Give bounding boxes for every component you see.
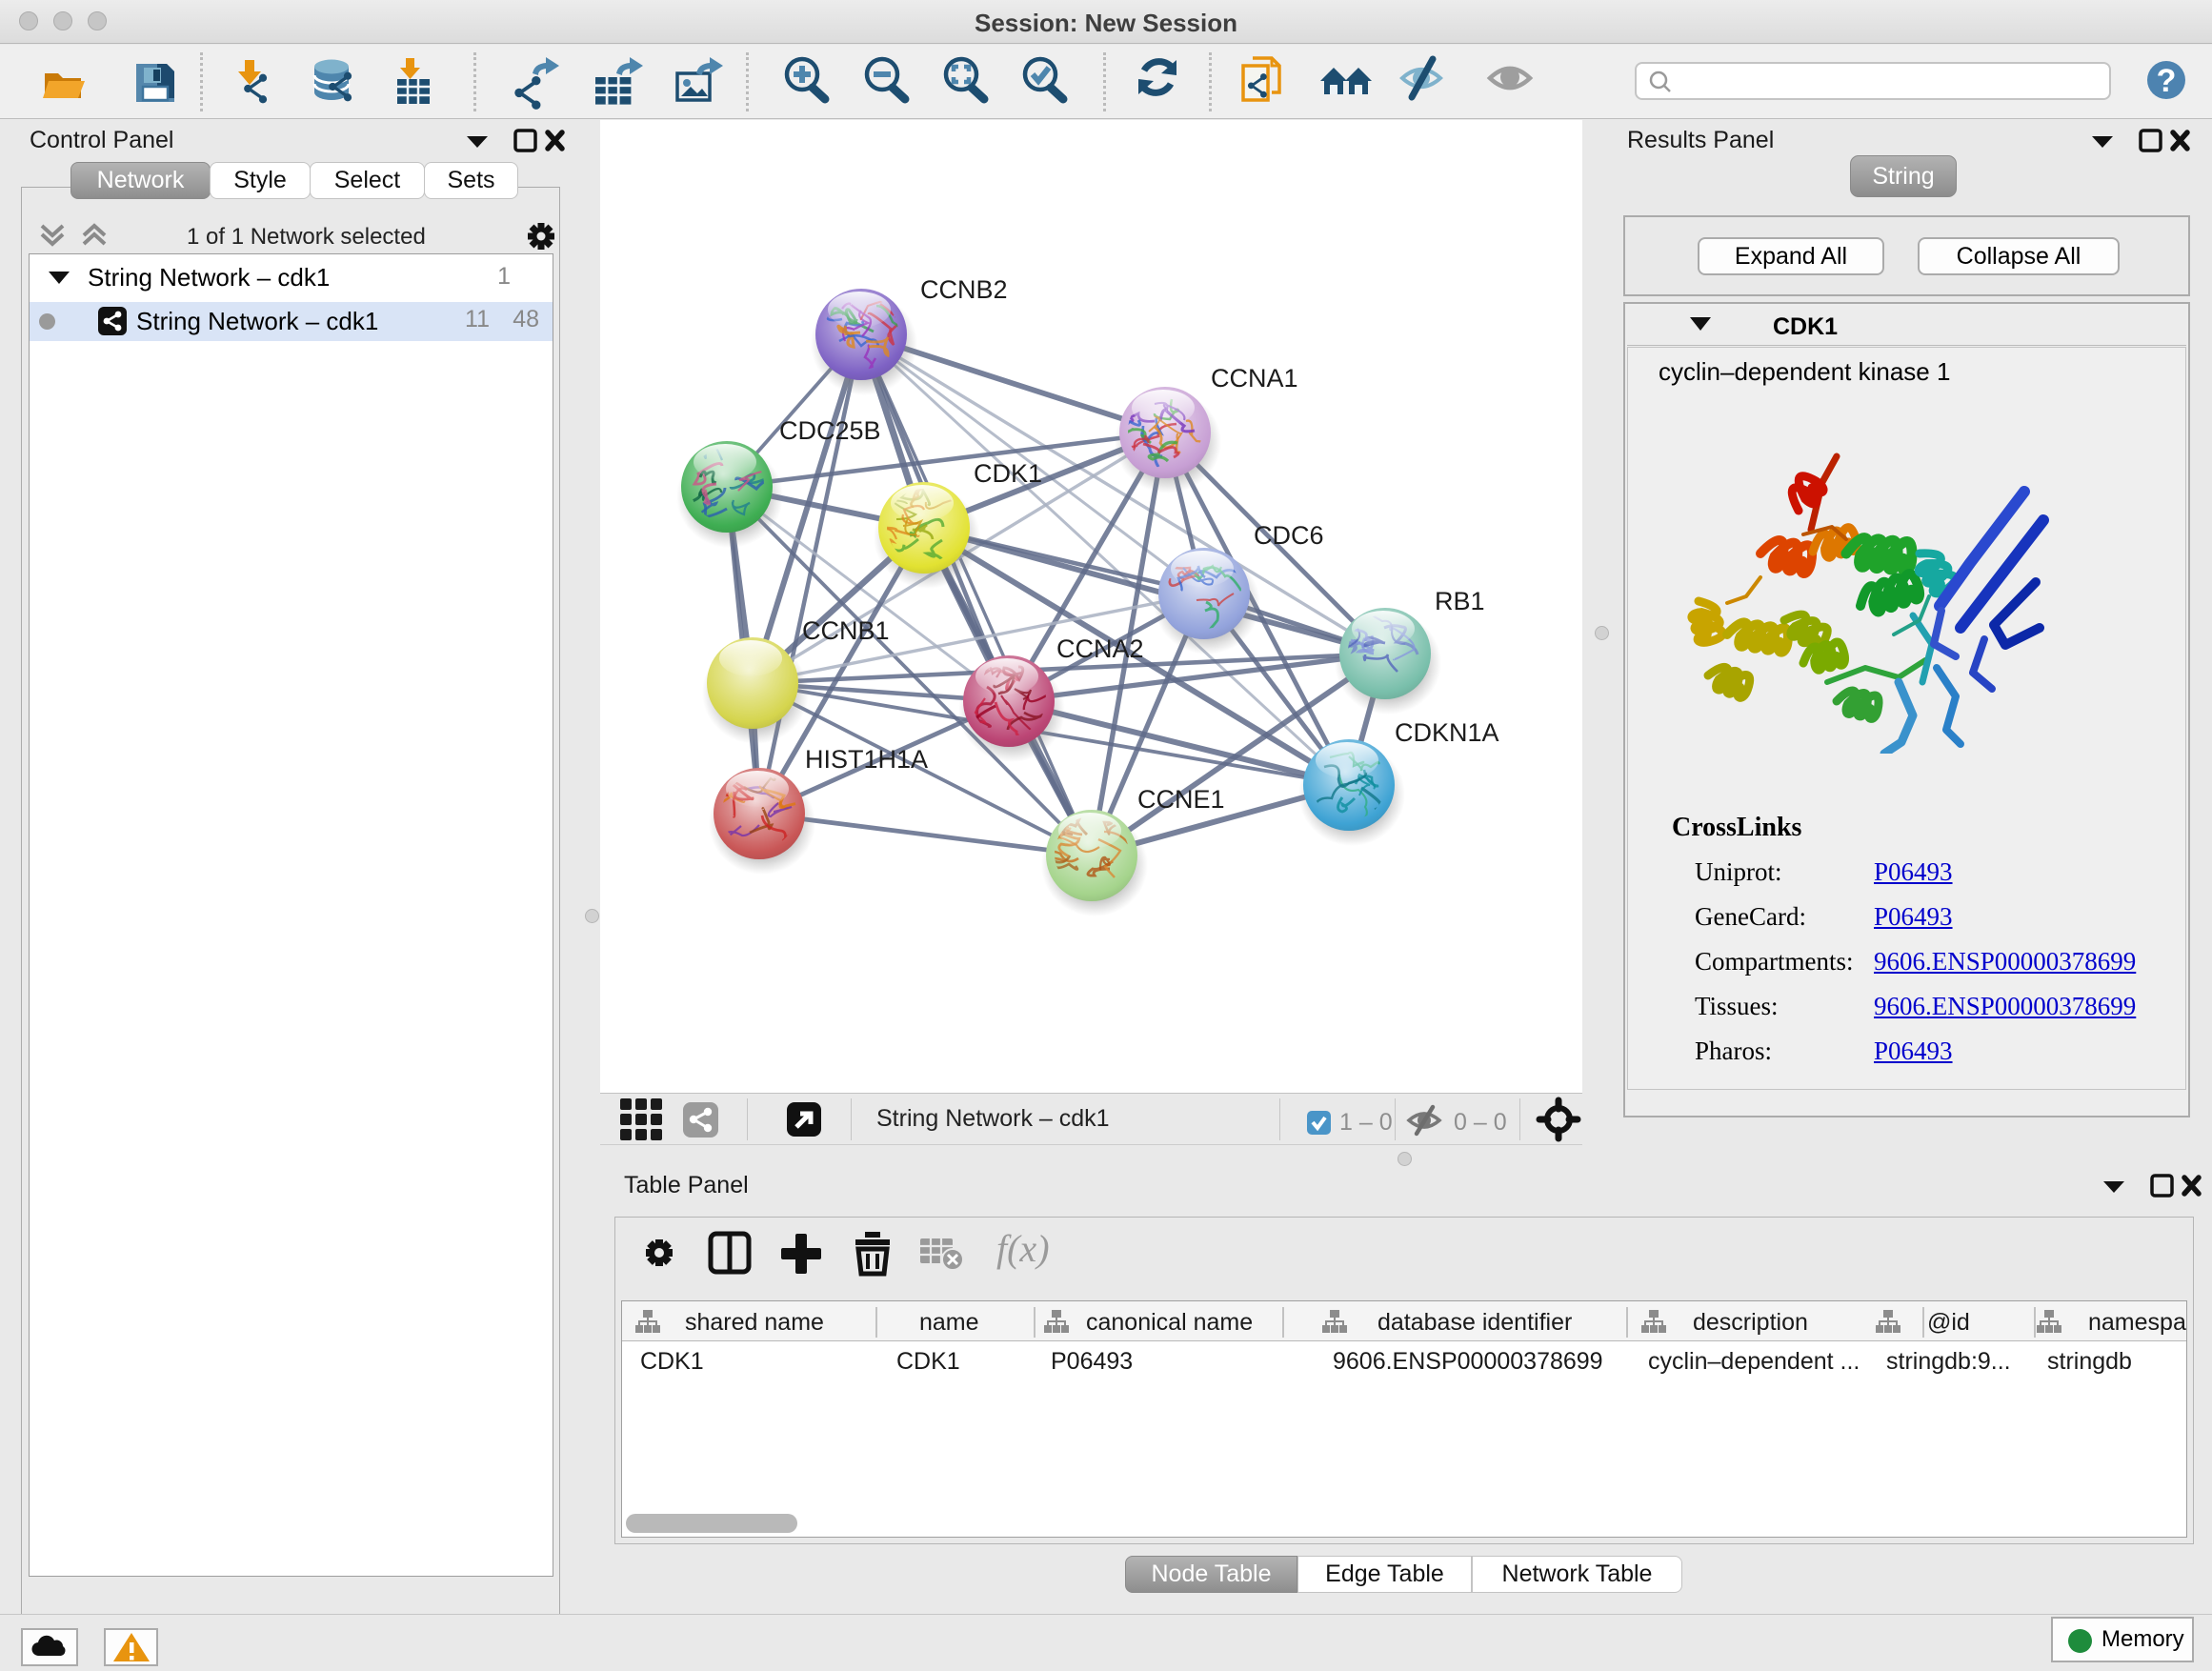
svg-text:cyclin–dependent ...: cyclin–dependent ... xyxy=(1648,1348,1860,1375)
svg-text:database identifier: database identifier xyxy=(1377,1309,1572,1336)
svg-text:stringdb: stringdb xyxy=(2047,1348,2132,1375)
svg-text:shared name: shared name xyxy=(685,1309,824,1336)
svg-text:CCNB1: CCNB1 xyxy=(802,616,890,645)
svg-text:CDK1: CDK1 xyxy=(640,1348,704,1375)
svg-text:0 – 0: 0 – 0 xyxy=(1454,1109,1507,1136)
svg-text:canonical name: canonical name xyxy=(1086,1309,1253,1336)
svg-text:CCNA1: CCNA1 xyxy=(1211,364,1298,393)
svg-text:@id: @id xyxy=(1927,1309,1970,1336)
svg-text:CCNA2: CCNA2 xyxy=(1056,634,1144,663)
svg-text:f(x): f(x) xyxy=(996,1227,1050,1270)
svg-text:CCNE1: CCNE1 xyxy=(1137,785,1225,814)
svg-text:CCNB2: CCNB2 xyxy=(920,275,1008,304)
svg-text:HIST1H1A: HIST1H1A xyxy=(805,745,928,774)
svg-text:CDK1: CDK1 xyxy=(974,459,1042,488)
svg-text:CDC25B: CDC25B xyxy=(779,416,881,445)
svg-text:?: ? xyxy=(2157,63,2177,99)
svg-text:1 – 0: 1 – 0 xyxy=(1339,1109,1393,1136)
svg-text:description: description xyxy=(1693,1309,1808,1336)
svg-text:stringdb:9...: stringdb:9... xyxy=(1886,1348,2011,1375)
svg-text:CDKN1A: CDKN1A xyxy=(1395,718,1499,747)
svg-text:name: name xyxy=(919,1309,979,1336)
svg-text:namespac: namespac xyxy=(2088,1309,2186,1336)
svg-text:RB1: RB1 xyxy=(1435,587,1485,615)
svg-text:9606.ENSP00000378699: 9606.ENSP00000378699 xyxy=(1333,1348,1603,1375)
svg-text:P06493: P06493 xyxy=(1051,1348,1133,1375)
svg-text:CDC6: CDC6 xyxy=(1254,521,1324,550)
svg-text:CDK1: CDK1 xyxy=(896,1348,960,1375)
